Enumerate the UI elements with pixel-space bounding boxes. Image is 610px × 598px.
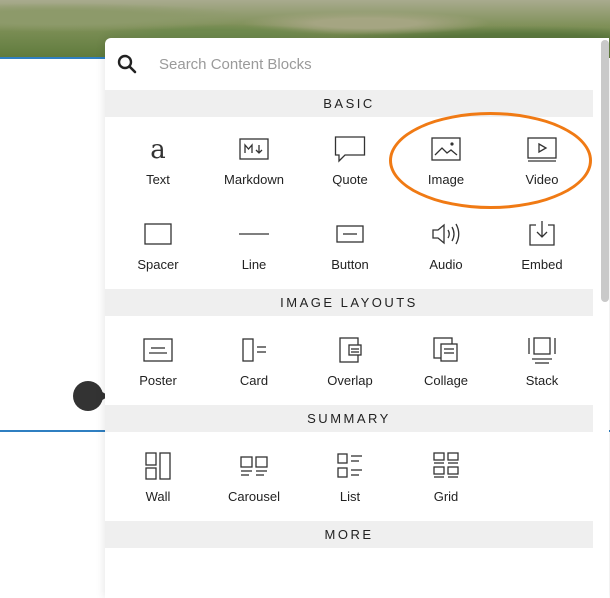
block-stack[interactable]: Stack [494, 318, 590, 403]
block-label: Text [146, 172, 170, 187]
markdown-icon [239, 138, 269, 160]
image-layouts-grid: Poster Card Overlap Collage Stack [105, 318, 590, 403]
block-text[interactable]: a Text [110, 117, 206, 202]
block-markdown[interactable]: Markdown [206, 117, 302, 202]
block-quote[interactable]: Quote [302, 117, 398, 202]
block-label: Wall [145, 489, 171, 504]
block-image[interactable]: Image [398, 117, 494, 202]
block-label: Spacer [137, 257, 179, 272]
block-embed[interactable]: Embed [494, 202, 590, 287]
block-button[interactable]: Button [302, 202, 398, 287]
section-header-basic: BASIC [105, 90, 593, 117]
block-label: Button [331, 257, 369, 272]
scrollbar[interactable] [601, 40, 609, 302]
insert-point-marker[interactable] [73, 381, 109, 411]
content-blocks-menu: BASIC a Text Markdown Quote Image Video … [105, 38, 609, 598]
poster-icon [143, 338, 173, 362]
grid-icon [433, 452, 459, 478]
block-label: Embed [521, 257, 563, 272]
block-wall[interactable]: Wall [110, 434, 206, 519]
wall-icon [145, 452, 171, 480]
summary-grid: Wall Carousel List Grid [105, 434, 590, 519]
video-icon [527, 137, 557, 162]
section-header-summary: SUMMARY [105, 405, 593, 432]
basic-blocks-grid: a Text Markdown Quote Image Video Spacer… [105, 117, 590, 287]
collage-icon [433, 337, 458, 362]
block-carousel[interactable]: Carousel [206, 434, 302, 519]
image-icon [431, 137, 461, 161]
svg-text:a: a [150, 135, 166, 164]
section-header-more: MORE [105, 521, 593, 548]
card-icon [242, 338, 266, 362]
list-icon [337, 453, 362, 478]
block-label: Card [239, 373, 269, 388]
block-line[interactable]: Line [206, 202, 302, 287]
block-label: Grid [433, 489, 459, 504]
block-audio[interactable]: Audio [398, 202, 494, 287]
text-icon: a [150, 135, 166, 164]
block-video[interactable]: Video [494, 117, 590, 202]
block-card[interactable]: Card [206, 318, 302, 403]
line-icon [239, 233, 269, 235]
audio-icon [432, 223, 460, 245]
section-header-image-layouts: IMAGE LAYOUTS [105, 289, 593, 316]
block-spacer[interactable]: Spacer [110, 202, 206, 287]
search-bar [105, 38, 609, 90]
block-label: Poster [139, 373, 177, 388]
block-label: Collage [423, 373, 469, 388]
block-label: Stack [525, 373, 559, 388]
block-label: Line [241, 257, 267, 272]
block-poster[interactable]: Poster [110, 318, 206, 403]
search-icon [117, 54, 137, 74]
embed-icon [529, 221, 555, 246]
carousel-icon [240, 456, 268, 476]
block-label: Carousel [227, 489, 281, 504]
block-label: Overlap [327, 373, 373, 388]
block-label: List [339, 489, 361, 504]
block-label: Audio [429, 257, 463, 272]
overlap-icon [339, 337, 362, 363]
block-label: Video [525, 172, 559, 187]
block-overlap[interactable]: Overlap [302, 318, 398, 403]
block-collage[interactable]: Collage [398, 318, 494, 403]
block-list[interactable]: List [302, 434, 398, 519]
divider-line [0, 57, 106, 59]
block-label: Markdown [224, 172, 284, 187]
stack-icon [528, 337, 556, 364]
block-label: Quote [332, 172, 368, 187]
spacer-icon [144, 223, 172, 245]
search-input[interactable] [157, 54, 541, 74]
block-grid[interactable]: Grid [398, 434, 494, 519]
quote-icon [334, 136, 366, 163]
block-label: Image [427, 172, 465, 187]
divider-line [0, 430, 106, 432]
button-icon [336, 225, 364, 243]
